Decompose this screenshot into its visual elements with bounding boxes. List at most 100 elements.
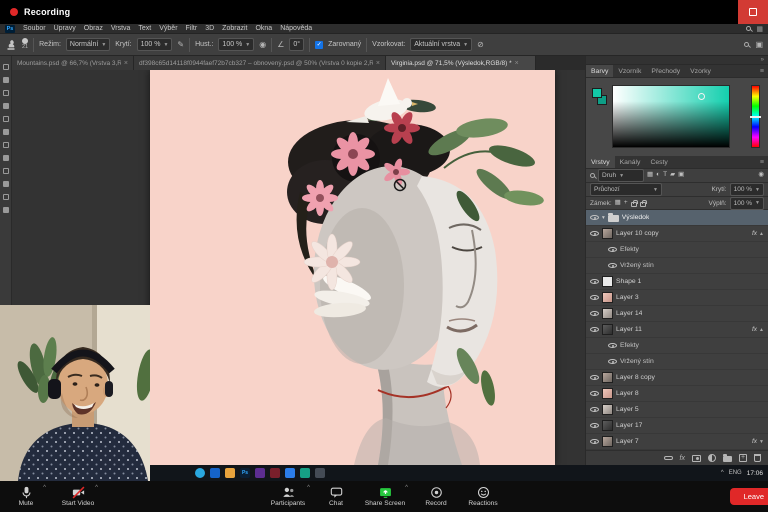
tab-prechody[interactable]: Přechody <box>646 65 685 77</box>
layer-row-vysledok[interactable]: ▾ Výsledok <box>586 210 768 226</box>
effects-row[interactable]: Efekty <box>586 338 768 354</box>
layer-thumbnail[interactable] <box>602 276 613 287</box>
tab-obnoveny[interactable]: df398c65d14118f0944faef72b7cb327 – obnov… <box>134 56 386 70</box>
menu-upravy[interactable]: Úpravy <box>54 25 76 32</box>
fx-collapse-icon[interactable]: ▲ <box>759 231 764 237</box>
menu-filtr[interactable]: Filtr <box>186 25 198 32</box>
chat-button[interactable]: Chat <box>316 481 356 512</box>
fx-badge[interactable]: fx <box>752 326 757 333</box>
layer-thumbnail[interactable] <box>602 420 613 431</box>
taskbar-folder-icon[interactable] <box>225 468 235 478</box>
visibility-eye-icon[interactable] <box>590 325 599 334</box>
visibility-eye-icon[interactable] <box>608 341 617 350</box>
visibility-eye-icon[interactable] <box>590 421 599 430</box>
search-icon[interactable] <box>746 26 751 31</box>
layer-opacity-dropdown[interactable]: 100 % ▼ <box>730 183 764 196</box>
eraser-tool-icon[interactable] <box>3 155 9 161</box>
filter-type-icon[interactable]: T <box>663 172 667 179</box>
filter-smart-object-icon[interactable]: ▣ <box>678 172 684 179</box>
reactions-button[interactable]: Reactions <box>458 481 508 512</box>
hue-slider-handle[interactable] <box>750 116 761 118</box>
visibility-eye-icon[interactable] <box>608 245 617 254</box>
link-layers-icon[interactable] <box>664 456 673 460</box>
adjustment-layer-icon[interactable] <box>708 454 716 462</box>
blend-mode-dropdown[interactable]: Normální ▼ <box>66 38 110 51</box>
tab-virginia[interactable]: Virginia.psd @ 71,5% (Výsledok,RGB/8) * … <box>386 56 536 70</box>
layer-thumbnail[interactable] <box>602 436 613 447</box>
effects-row[interactable]: Efekty <box>586 242 768 258</box>
new-layer-icon[interactable] <box>739 454 747 462</box>
menu-vyber[interactable]: Výběr <box>159 25 177 32</box>
layer-thumbnail[interactable] <box>602 228 613 239</box>
tab-mountains[interactable]: Mountains.psd @ 66,7% (Vrstva 3,RG... × <box>12 56 134 70</box>
chevron-up-icon[interactable]: ^ <box>95 485 98 491</box>
delete-layer-icon[interactable] <box>754 454 761 462</box>
fx-badge[interactable]: fx <box>752 230 757 237</box>
visibility-eye-icon[interactable] <box>590 389 599 398</box>
lock-position-icon[interactable]: + <box>624 200 628 207</box>
workspace-switcher-icon[interactable]: ▣ <box>755 40 763 49</box>
filter-shape-icon[interactable]: ▰ <box>670 172 675 179</box>
visibility-eye-icon[interactable] <box>590 405 599 414</box>
menu-3d[interactable]: 3D <box>205 25 214 32</box>
lock-transparency-icon[interactable]: ▦ <box>615 200 621 207</box>
layer-thumbnail[interactable] <box>602 372 613 383</box>
new-group-icon[interactable] <box>723 456 732 462</box>
fx-badge[interactable]: fx <box>752 438 757 445</box>
ignore-adjustment-layers-icon[interactable]: ⊘ <box>477 41 484 49</box>
close-icon[interactable]: × <box>376 60 380 67</box>
aligned-checkbox[interactable]: ✓ <box>315 41 323 49</box>
hand-tool-icon[interactable] <box>3 207 9 213</box>
stop-recording-button[interactable] <box>738 0 768 24</box>
drop-shadow-row[interactable]: Vržený stín <box>586 354 768 370</box>
saturation-brightness-field[interactable] <box>612 85 730 148</box>
flow-dropdown[interactable]: 100 % ▼ <box>218 38 254 51</box>
foreground-color-swatch[interactable] <box>592 88 602 98</box>
layer-row[interactable]: Layer 10 copy fx▲ <box>586 226 768 242</box>
visibility-eye-icon[interactable] <box>608 261 617 270</box>
tab-vzorky[interactable]: Vzorky <box>685 65 716 77</box>
chevron-up-icon[interactable]: ^ <box>43 485 46 491</box>
shape-tool-icon[interactable] <box>3 194 9 200</box>
layer-row[interactable]: Layer 8 copy <box>586 370 768 386</box>
brush-preset-picker[interactable]: 21 <box>22 38 28 51</box>
layer-row[interactable]: Layer 11 fx▲ <box>586 322 768 338</box>
taskbar-app-icon[interactable] <box>210 468 220 478</box>
taskbar-app-icon[interactable] <box>270 468 280 478</box>
layer-thumbnail[interactable] <box>602 292 613 303</box>
panel-menu-icon[interactable]: ≡ <box>756 156 768 168</box>
fx-collapse-icon[interactable]: ▲ <box>759 327 764 333</box>
taskbar-app-icon[interactable] <box>285 468 295 478</box>
visibility-eye-icon[interactable] <box>590 213 599 222</box>
layer-row[interactable]: Layer 3 <box>586 290 768 306</box>
color-picker-cursor[interactable] <box>698 93 705 100</box>
leave-button[interactable]: Leave <box>730 488 768 505</box>
pen-tool-icon[interactable] <box>3 168 9 174</box>
visibility-eye-icon[interactable] <box>590 229 599 238</box>
layer-row[interactable]: Layer 7 fx▼ <box>586 434 768 450</box>
marquee-tool-icon[interactable] <box>3 77 9 83</box>
visibility-eye-icon[interactable] <box>590 373 599 382</box>
close-icon[interactable]: × <box>124 60 128 67</box>
layer-thumbnail[interactable] <box>602 324 613 335</box>
layer-blend-mode-dropdown[interactable]: Průchozí ▼ <box>590 183 662 196</box>
taskbar-app-icon[interactable] <box>255 468 265 478</box>
lock-all-icon[interactable] <box>640 202 646 207</box>
sample-dropdown[interactable]: Aktuální vrstva ▼ <box>410 38 472 51</box>
tab-barvy[interactable]: Barvy <box>586 65 613 77</box>
layer-row[interactable]: Layer 17 <box>586 418 768 434</box>
start-video-button[interactable]: Start Video ^ <box>52 481 104 512</box>
visibility-eye-icon[interactable] <box>608 357 617 366</box>
share-screen-button[interactable]: Share Screen ^ <box>356 481 414 512</box>
canvas[interactable] <box>150 70 555 465</box>
layer-row[interactable]: Layer 8 <box>586 386 768 402</box>
language-indicator[interactable]: ENG <box>729 470 742 476</box>
filter-adjustment-icon[interactable]: ◐ <box>656 172 660 179</box>
filter-pixel-icon[interactable]: ▦ <box>647 172 653 179</box>
tab-kanaly[interactable]: Kanály <box>615 156 646 168</box>
visibility-eye-icon[interactable] <box>590 293 599 302</box>
menu-text[interactable]: Text <box>138 25 151 32</box>
brush-tool-icon[interactable] <box>3 129 9 135</box>
move-tool-icon[interactable] <box>3 64 9 70</box>
eyedropper-tool-icon[interactable] <box>3 116 9 122</box>
